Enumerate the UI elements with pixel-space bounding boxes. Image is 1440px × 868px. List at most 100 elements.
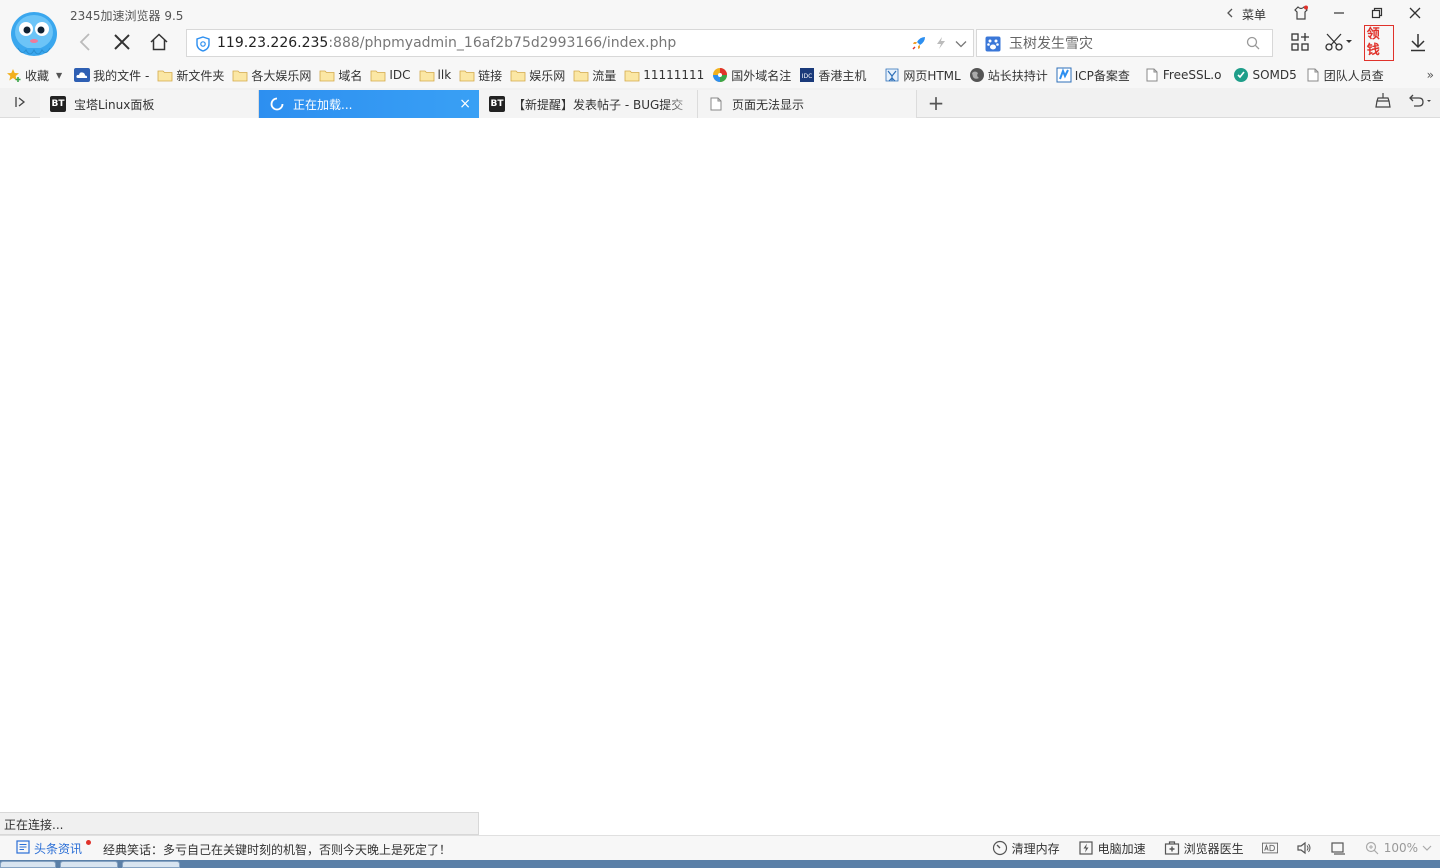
bookmark-folder[interactable]: 新文件夹 xyxy=(157,67,224,84)
bookmark-folder[interactable]: 11111111 xyxy=(624,68,704,82)
tab-close-icon[interactable]: × xyxy=(459,96,471,112)
bookmark-my-files[interactable]: 我的文件 - xyxy=(74,67,149,84)
get-money-badge[interactable]: 领钱 xyxy=(1363,25,1394,61)
screenshot-button[interactable] xyxy=(1322,30,1354,56)
page-content[interactable] xyxy=(0,118,1440,812)
address-bar[interactable]: 119.23.226.235:888/phpmyadmin_16af2b75d2… xyxy=(186,29,974,57)
chevron-down-icon xyxy=(1422,841,1432,855)
search-icon[interactable] xyxy=(1246,36,1262,52)
dropdown-chevron-icon[interactable] xyxy=(955,37,967,51)
bookmark-link[interactable]: IDC 香港主机 xyxy=(799,67,866,84)
close-window-button[interactable] xyxy=(1396,2,1434,26)
bolt-icon xyxy=(1078,840,1094,856)
download-button[interactable] xyxy=(1406,30,1430,56)
star-plus-icon xyxy=(6,68,22,82)
zoom-control[interactable]: 100% xyxy=(1364,840,1432,856)
bookmark-folder[interactable]: 链接 xyxy=(459,67,502,84)
tool-label: 浏览器医生 xyxy=(1183,841,1244,856)
skin-button[interactable] xyxy=(1282,2,1320,26)
bookmark-folder[interactable]: 娱乐网 xyxy=(510,67,565,84)
bookmarks-bar: 收藏 ▼ 我的文件 - 新文件夹 各大娱乐网 域名 IDC llk 链接 娱乐网… xyxy=(0,62,1440,88)
joke-ticker[interactable]: 经典笑话：多亏自己在关键时刻的机智，否则今天晚上是死定了！ xyxy=(103,841,451,858)
app-title: 2345加速浏览器 9.5 xyxy=(70,9,184,23)
taskbar-item[interactable] xyxy=(122,861,180,868)
bookmark-link[interactable]: ICP备案查 xyxy=(1056,67,1130,84)
bookmark-folder[interactable]: 流量 xyxy=(573,67,616,84)
tab-loading[interactable]: 正在加载... × xyxy=(259,90,479,118)
bookmark-link[interactable]: 团队人员查 xyxy=(1305,67,1384,84)
bookmark-label: 11111111 xyxy=(643,68,705,82)
browser-doctor-button[interactable]: 浏览器医生 xyxy=(1164,840,1244,857)
home-icon xyxy=(149,32,169,54)
stop-button[interactable] xyxy=(107,30,137,56)
bookmark-link[interactable]: SOMD5 xyxy=(1233,68,1297,82)
bookmark-label: 新文件夹 xyxy=(176,68,225,83)
colorwheel-icon xyxy=(712,68,728,82)
taskbar-item[interactable] xyxy=(0,861,56,868)
folder-icon xyxy=(419,68,435,82)
browser-logo-icon[interactable] xyxy=(8,10,60,62)
tab-title: 【新提醒】发表帖子 - BUG提交 xyxy=(513,97,684,112)
speaker-icon xyxy=(1296,840,1312,856)
restore-button[interactable] xyxy=(1358,2,1396,26)
bookmark-favorites[interactable]: 收藏 ▼ xyxy=(6,67,62,84)
status-bubble: 正在连接... xyxy=(0,812,479,835)
baidu-paw-icon[interactable] xyxy=(985,36,1001,52)
bookmark-folder[interactable]: 各大娱乐网 xyxy=(232,67,311,84)
bookmarks-overflow-button[interactable]: » xyxy=(1427,68,1434,82)
folder-icon xyxy=(370,68,386,82)
bookmark-link[interactable]: 网页HTML xyxy=(884,67,961,84)
lightning-icon[interactable] xyxy=(935,36,947,53)
apps-button[interactable] xyxy=(1288,30,1312,56)
os-taskbar xyxy=(0,860,1440,868)
folder-icon xyxy=(573,68,589,82)
minimize-icon xyxy=(1333,7,1345,22)
right-toolbar: 领钱 xyxy=(1288,25,1440,61)
news-icon xyxy=(16,840,30,857)
sidebar-expand-icon xyxy=(13,95,27,112)
page-icon xyxy=(708,96,724,112)
url-host: 119.23.226.235 xyxy=(217,35,329,51)
bookmark-folder[interactable]: 域名 xyxy=(319,67,362,84)
tab-baota-panel[interactable]: BT 宝塔Linux面板 xyxy=(40,90,259,118)
search-box[interactable] xyxy=(976,29,1273,57)
apps-grid-icon xyxy=(1290,32,1310,55)
bookmark-label: 流量 xyxy=(592,68,617,83)
ad-block-button[interactable] xyxy=(1261,840,1278,856)
minimize-button[interactable] xyxy=(1320,2,1358,26)
bookmark-label: 我的文件 - xyxy=(93,68,150,83)
rocket-icon[interactable] xyxy=(911,35,927,54)
undo-icon xyxy=(1406,94,1432,111)
sidebar-toggle-button[interactable] xyxy=(6,93,34,113)
icp-icon xyxy=(1056,67,1072,83)
cloud-icon xyxy=(74,68,91,82)
url-text[interactable]: 119.23.226.235:888/phpmyadmin_16af2b75d2… xyxy=(217,35,676,51)
tab-page-error[interactable]: 页面无法显示 xyxy=(698,90,917,118)
bt-favicon-icon: BT xyxy=(489,96,505,112)
tab-bug-report[interactable]: BT 【新提醒】发表帖子 - BUG提交 xyxy=(479,90,698,118)
home-button[interactable] xyxy=(144,30,174,56)
new-tab-button[interactable]: + xyxy=(926,91,946,115)
bookmark-folder[interactable]: llk xyxy=(419,68,451,82)
news-headlines-button[interactable]: 头条资讯 xyxy=(16,840,92,857)
figure-icon xyxy=(884,68,900,82)
clean-memory-button[interactable]: 清理内存 xyxy=(992,840,1060,857)
security-shield-icon[interactable] xyxy=(195,36,211,52)
search-input[interactable] xyxy=(1009,34,1239,54)
bookmark-link[interactable]: 国外域名注 xyxy=(712,67,791,84)
undo-button[interactable] xyxy=(1406,92,1432,111)
bookmark-label: 各大娱乐网 xyxy=(251,68,312,83)
volume-button[interactable] xyxy=(1296,840,1312,856)
bookmark-link[interactable]: 站长扶持计 xyxy=(969,67,1048,84)
main-menu-button[interactable]: 菜单 xyxy=(1226,6,1266,23)
window-mode-button[interactable] xyxy=(1330,840,1346,856)
stop-x-icon xyxy=(113,33,131,54)
bookmark-folder[interactable]: IDC xyxy=(370,68,411,82)
gauge-icon xyxy=(992,840,1008,856)
back-button[interactable] xyxy=(70,30,100,56)
taskbar-item[interactable] xyxy=(60,861,118,868)
globe-icon xyxy=(969,68,985,82)
restore-closed-button[interactable] xyxy=(1374,92,1392,111)
pc-speedup-button[interactable]: 电脑加速 xyxy=(1078,840,1146,857)
bookmark-link[interactable]: FreeSSL.o xyxy=(1144,68,1221,82)
